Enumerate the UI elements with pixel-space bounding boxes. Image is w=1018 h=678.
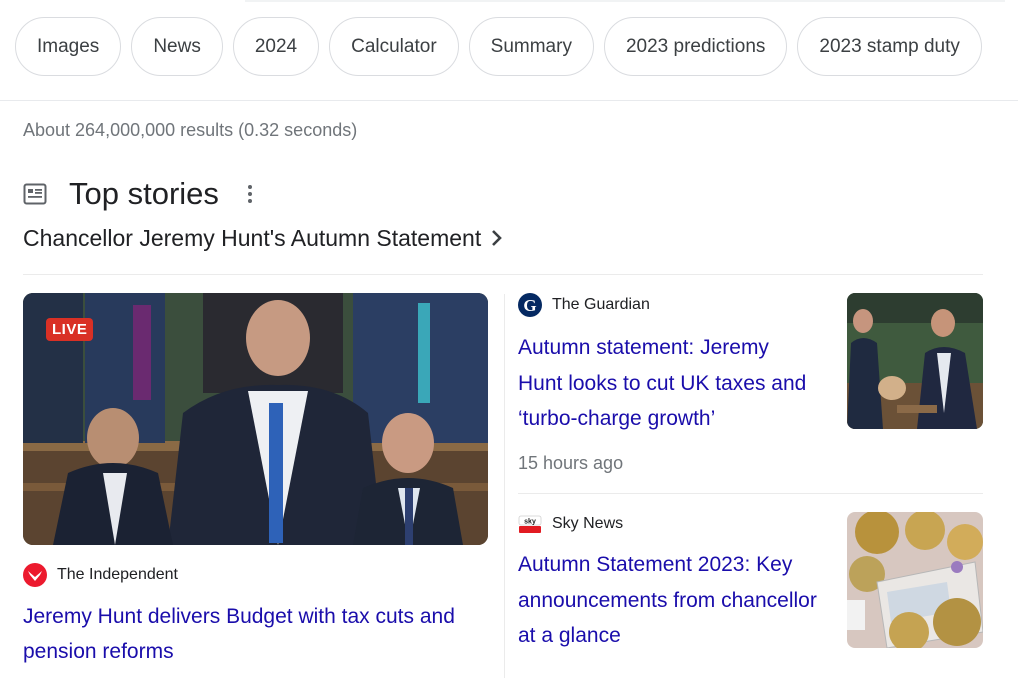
side-story-divider (518, 493, 983, 494)
side-story-time: 15 hours ago (518, 453, 624, 473)
independent-eagle-logo (23, 563, 47, 587)
top-stories-topic-link[interactable]: Chancellor Jeremy Hunt's Autumn Statemen… (23, 222, 503, 254)
search-bar-bottom-edge (245, 0, 1005, 2)
chip-2023-predictions[interactable]: 2023 predictions (603, 17, 788, 76)
section-divider (23, 274, 983, 275)
sky-news-logo: sky (518, 515, 542, 533)
source-name: The Guardian (552, 296, 650, 313)
side-story-headline[interactable]: Autumn Statement 2023: Key announcements… (518, 547, 818, 654)
top-stories-header: Top stories (23, 174, 255, 214)
side-story-card-1[interactable]: G The Guardian Autumn statement: Jeremy … (518, 293, 983, 483)
side-story-source: sky Sky News (518, 512, 623, 536)
chips-divider (0, 100, 1018, 101)
chip-2024[interactable]: 2024 (232, 17, 320, 76)
result-stats: About 264,000,000 results (0.32 seconds) (23, 120, 358, 140)
chip-news[interactable]: News (131, 17, 223, 76)
side-story-thumbnail[interactable] (847, 512, 983, 648)
more-vert-icon[interactable] (245, 182, 255, 206)
chip-2023-stamp-duty[interactable]: 2023 stamp duty (797, 17, 982, 76)
chevron-right-icon (492, 230, 503, 246)
side-story-card-2[interactable]: sky Sky News Autumn Statement 2023: Key … (518, 512, 983, 678)
main-story-headline[interactable]: Jeremy Hunt delivers Budget with tax cut… (23, 599, 493, 669)
chip-images[interactable]: Images (15, 17, 122, 76)
top-stories-topic: Chancellor Jeremy Hunt's Autumn Statemen… (23, 224, 482, 251)
svg-text:G: G (523, 296, 536, 315)
svg-text:sky: sky (524, 519, 536, 526)
side-story-thumbnail[interactable] (847, 293, 983, 429)
top-stories-title: Top stories (69, 176, 219, 211)
chip-summary[interactable]: Summary (468, 17, 594, 76)
filter-chips: Images News 2024 Calculator Summary 2023… (15, 17, 982, 77)
newspaper-icon (23, 183, 47, 205)
side-story-headline[interactable]: Autumn statement: Jeremy Hunt looks to c… (518, 330, 818, 437)
side-story-source: G The Guardian (518, 293, 650, 317)
source-name: Sky News (552, 515, 624, 532)
source-name: The Independent (57, 566, 178, 583)
main-story-image[interactable]: LIVE (23, 293, 488, 545)
column-divider (504, 294, 505, 678)
main-story-source: The Independent (23, 563, 178, 587)
main-story-card[interactable]: LIVE The Independent Jeremy Hunt deliver… (23, 293, 488, 663)
live-badge: LIVE (46, 318, 94, 341)
chip-calculator[interactable]: Calculator (329, 17, 459, 76)
guardian-g-logo: G (518, 293, 542, 317)
